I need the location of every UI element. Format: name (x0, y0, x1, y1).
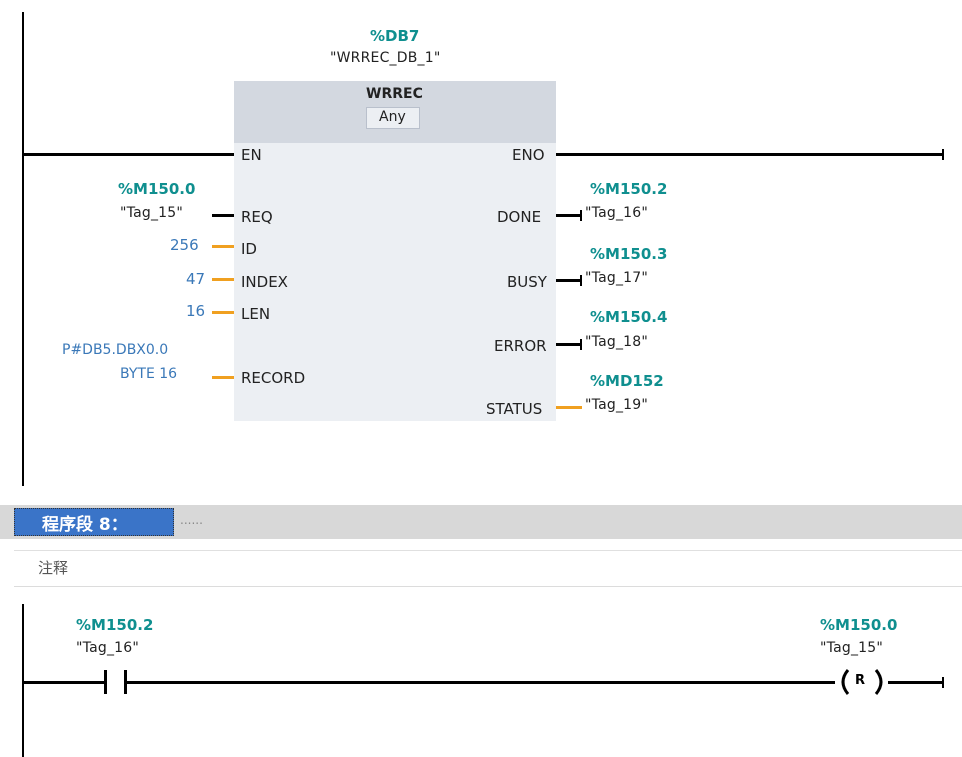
coil-address[interactable]: %M150.0 (820, 616, 897, 634)
status-address[interactable]: %MD152 (590, 372, 664, 390)
coil-symbol-letter: R (855, 673, 866, 688)
pin-error: ERROR (494, 337, 547, 355)
record-value-line1[interactable]: P#DB5.DBX0.0 (62, 342, 168, 358)
block-type: Any (379, 109, 406, 125)
contact-tag[interactable]: "Tag_16" (76, 640, 139, 656)
pin-index: INDEX (241, 273, 288, 291)
busy-wire-end (580, 275, 582, 286)
req-wire (212, 214, 234, 217)
id-value[interactable]: 256 (170, 236, 199, 254)
error-wire-end (580, 339, 582, 350)
busy-address[interactable]: %M150.3 (590, 245, 667, 263)
pin-record: RECORD (241, 369, 306, 387)
status-wire (556, 406, 582, 409)
record-value-line2[interactable]: BYTE 16 (120, 366, 177, 382)
instance-db-address[interactable]: %DB7 (370, 27, 419, 45)
pin-len: LEN (241, 305, 271, 323)
index-wire (212, 278, 234, 281)
error-address[interactable]: %M150.4 (590, 308, 667, 326)
pin-en: EN (241, 146, 262, 164)
rung-wire-end (942, 677, 944, 688)
id-wire (212, 245, 234, 248)
done-address[interactable]: %M150.2 (590, 180, 667, 198)
network-8-title-placeholder[interactable]: ...... (180, 513, 203, 527)
en-wire (24, 153, 234, 156)
rung-wire-left (24, 681, 105, 684)
done-tag[interactable]: "Tag_16" (585, 205, 648, 221)
instance-db-name[interactable]: "WRREC_DB_1" (330, 50, 441, 66)
network-8-comment[interactable]: 注释 (38, 557, 68, 578)
rung-wire-middle (127, 681, 835, 684)
contact-address[interactable]: %M150.2 (76, 616, 153, 634)
pin-status: STATUS (486, 400, 543, 418)
pin-req: REQ (241, 208, 273, 226)
eno-wire (556, 153, 944, 156)
rung-wire-right (888, 681, 944, 684)
left-power-rail-n7 (22, 12, 24, 486)
network-8-title[interactable]: 程序段 8： (42, 510, 128, 535)
len-wire (212, 311, 234, 314)
block-name: WRREC (366, 86, 423, 102)
contact-left-bar[interactable] (104, 670, 107, 694)
index-value[interactable]: 47 (186, 270, 205, 288)
done-wire (556, 214, 582, 217)
len-value[interactable]: 16 (186, 302, 205, 320)
busy-tag[interactable]: "Tag_17" (585, 270, 648, 286)
record-wire (212, 376, 234, 379)
pin-id: ID (241, 240, 257, 258)
req-tag[interactable]: "Tag_15" (120, 205, 183, 221)
status-tag[interactable]: "Tag_19" (585, 397, 648, 413)
error-wire (556, 343, 582, 346)
coil-tag[interactable]: "Tag_15" (820, 640, 883, 656)
pin-eno: ENO (512, 146, 545, 164)
pin-busy: BUSY (507, 273, 547, 291)
network-8-comment-box[interactable] (14, 550, 962, 587)
eno-wire-end (942, 149, 944, 160)
done-wire-end (580, 210, 582, 221)
pin-done: DONE (497, 208, 542, 226)
error-tag[interactable]: "Tag_18" (585, 334, 648, 350)
busy-wire (556, 279, 582, 282)
req-address[interactable]: %M150.0 (118, 180, 195, 198)
